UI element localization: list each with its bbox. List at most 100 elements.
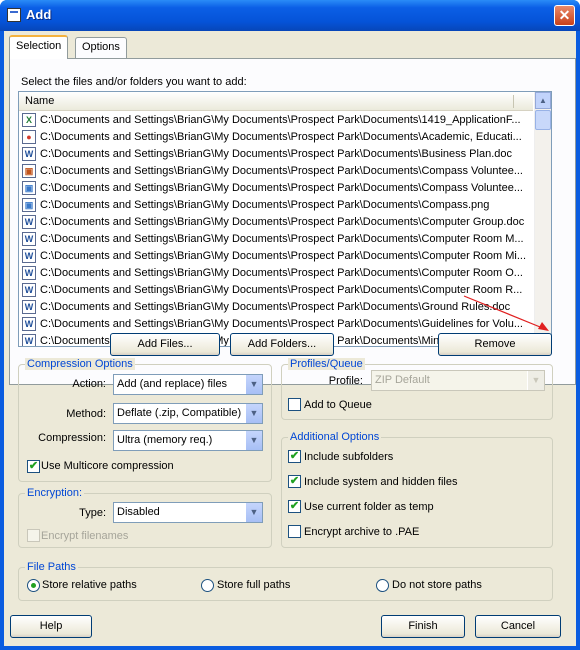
- tab-selection[interactable]: Selection: [9, 35, 69, 59]
- file-path: C:\Documents and Settings\BrianG\My Docu…: [40, 301, 511, 313]
- add-files-button[interactable]: Add Files...: [110, 333, 220, 356]
- image-file-icon: ▣: [22, 181, 36, 195]
- file-list-item[interactable]: ▣ C:\Documents and Settings\BrianG\My Doc…: [19, 180, 533, 197]
- include-hidden-files-label[interactable]: Include system and hidden files: [304, 476, 457, 488]
- add-to-queue-label[interactable]: Add to Queue: [304, 399, 372, 411]
- file-list-item[interactable]: W C:\Documents and Settings\BrianG\My Doc…: [19, 316, 533, 333]
- profile-value: ZIP Default: [375, 374, 430, 386]
- add-folders-label: Add Folders...: [247, 338, 317, 350]
- file-list-item[interactable]: W C:\Documents and Settings\BrianG\My Doc…: [19, 231, 533, 248]
- file-list-item[interactable]: W C:\Documents and Settings\BrianG\My Doc…: [19, 299, 533, 316]
- include-subfolders-label[interactable]: Include subfolders: [304, 451, 393, 463]
- file-path: C:\Documents and Settings\BrianG\My Docu…: [40, 216, 525, 228]
- chevron-down-icon[interactable]: ▼: [245, 375, 262, 394]
- encryption-type-value: Disabled: [117, 506, 160, 518]
- include-subfolders-checkbox[interactable]: ✔: [288, 450, 301, 463]
- store-full-paths-label[interactable]: Store full paths: [217, 579, 290, 591]
- title-bar[interactable]: Add ✕: [0, 0, 580, 31]
- use-current-folder-temp-label[interactable]: Use current folder as temp: [304, 501, 434, 513]
- compression-select[interactable]: Ultra (memory req.) ▼: [113, 430, 263, 451]
- file-rows: X C:\Documents and Settings\BrianG\My Doc…: [19, 112, 533, 346]
- multicore-label[interactable]: Use Multicore compression: [41, 460, 174, 472]
- word-file-icon: W: [22, 317, 36, 331]
- action-select[interactable]: Add (and replace) files ▼: [113, 374, 263, 395]
- word-file-icon: W: [22, 232, 36, 246]
- do-not-store-paths-label[interactable]: Do not store paths: [392, 579, 482, 591]
- finish-button[interactable]: Finish: [381, 615, 465, 638]
- action-value: Add (and replace) files: [117, 378, 228, 390]
- chevron-down-icon[interactable]: ▼: [245, 503, 262, 522]
- compression-value: Ultra (memory req.): [117, 434, 213, 446]
- file-list-item[interactable]: ▣ C:\Documents and Settings\BrianG\My Doc…: [19, 163, 533, 180]
- store-relative-paths-label[interactable]: Store relative paths: [42, 579, 137, 591]
- file-path: C:\Documents and Settings\BrianG\My Docu…: [40, 233, 524, 245]
- add-folders-button[interactable]: Add Folders...: [230, 333, 334, 356]
- file-list-item[interactable]: W C:\Documents and Settings\BrianG\My Doc…: [19, 146, 533, 163]
- help-label: Help: [39, 620, 63, 632]
- chevron-down-icon[interactable]: ▼: [245, 431, 262, 450]
- word-file-icon: W: [22, 300, 36, 314]
- file-path: C:\Documents and Settings\BrianG\My Docu…: [40, 148, 512, 160]
- file-path: C:\Documents and Settings\BrianG\My Docu…: [40, 267, 523, 279]
- encrypt-filenames-label: Encrypt filenames: [41, 530, 129, 542]
- file-list-item[interactable]: W C:\Documents and Settings\BrianG\My Doc…: [19, 265, 533, 282]
- file-path: C:\Documents and Settings\BrianG\My Docu…: [40, 131, 522, 143]
- action-label: Action:: [72, 378, 106, 390]
- file-paths-title: File Paths: [25, 561, 78, 573]
- word-file-icon: W: [22, 334, 36, 346]
- file-path: C:\Documents and Settings\BrianG\My Docu…: [40, 114, 521, 126]
- image-file-icon: ▣: [22, 164, 36, 178]
- word-file-icon: W: [22, 147, 36, 161]
- word-file-icon: W: [22, 283, 36, 297]
- window-title: Add: [26, 7, 52, 22]
- png-file-icon: ▣: [22, 198, 36, 212]
- do-not-store-paths-radio[interactable]: [376, 579, 389, 592]
- type-label: Type:: [79, 507, 106, 519]
- tab-options[interactable]: Options: [75, 37, 127, 58]
- add-files-label: Add Files...: [137, 338, 193, 350]
- dialog-body: Selection Options Select the files and/o…: [4, 31, 576, 646]
- file-path: C:\Documents and Settings\BrianG\My Docu…: [40, 199, 490, 211]
- chevron-down-icon[interactable]: ▼: [245, 404, 262, 423]
- encrypt-archive-pae-checkbox[interactable]: [288, 525, 301, 538]
- profile-label: Profile:: [328, 375, 363, 387]
- encrypt-archive-pae-label[interactable]: Encrypt archive to .PAE: [304, 526, 419, 538]
- help-button[interactable]: Help: [10, 615, 92, 638]
- file-path: C:\Documents and Settings\BrianG\My Docu…: [40, 284, 523, 296]
- cancel-label: Cancel: [500, 620, 536, 632]
- finish-label: Finish: [408, 620, 438, 632]
- chevron-down-icon: ▼: [527, 371, 544, 390]
- close-button[interactable]: ✕: [554, 5, 575, 26]
- file-list-item[interactable]: ● C:\Documents and Settings\BrianG\My Doc…: [19, 129, 533, 146]
- add-to-queue-checkbox[interactable]: [288, 398, 301, 411]
- column-header-name[interactable]: Name: [25, 95, 54, 107]
- include-hidden-files-checkbox[interactable]: ✔: [288, 475, 301, 488]
- word-file-icon: W: [22, 249, 36, 263]
- multicore-checkbox[interactable]: ✔: [27, 460, 40, 473]
- add-dialog-window: Add ✕ Selection Options Select the files…: [0, 0, 580, 650]
- excel-file-icon: X: [22, 113, 36, 127]
- word-file-icon: W: [22, 215, 36, 229]
- column-separator[interactable]: [513, 95, 514, 108]
- remove-label: Remove: [474, 338, 516, 350]
- store-full-paths-radio[interactable]: [201, 579, 214, 592]
- store-relative-paths-radio[interactable]: [27, 579, 40, 592]
- cancel-button[interactable]: Cancel: [475, 615, 561, 638]
- chrome-shortcut-icon: ●: [22, 130, 36, 144]
- encryption-type-select[interactable]: Disabled ▼: [113, 502, 263, 523]
- profiles-queue-title: Profiles/Queue: [288, 358, 365, 370]
- additional-options-title: Additional Options: [288, 431, 382, 443]
- compression-options-title: Compression Options: [25, 358, 135, 370]
- file-list-item[interactable]: ▣ C:\Documents and Settings\BrianG\My Doc…: [19, 197, 533, 214]
- method-select[interactable]: Deflate (.zip, Compatible) ▼: [113, 403, 263, 424]
- use-current-folder-temp-checkbox[interactable]: ✔: [288, 500, 301, 513]
- scroll-up-icon[interactable]: ▲: [535, 92, 551, 109]
- file-list-item[interactable]: W C:\Documents and Settings\BrianG\My Doc…: [19, 248, 533, 265]
- file-list-item[interactable]: X C:\Documents and Settings\BrianG\My Doc…: [19, 112, 533, 129]
- scroll-thumb[interactable]: [535, 110, 551, 130]
- method-value: Deflate (.zip, Compatible): [117, 407, 242, 419]
- file-list-item[interactable]: W C:\Documents and Settings\BrianG\My Doc…: [19, 214, 533, 231]
- encrypt-filenames-checkbox: [27, 529, 40, 542]
- file-list-item[interactable]: W C:\Documents and Settings\BrianG\My Doc…: [19, 282, 533, 299]
- profile-select: ZIP Default ▼: [371, 370, 545, 391]
